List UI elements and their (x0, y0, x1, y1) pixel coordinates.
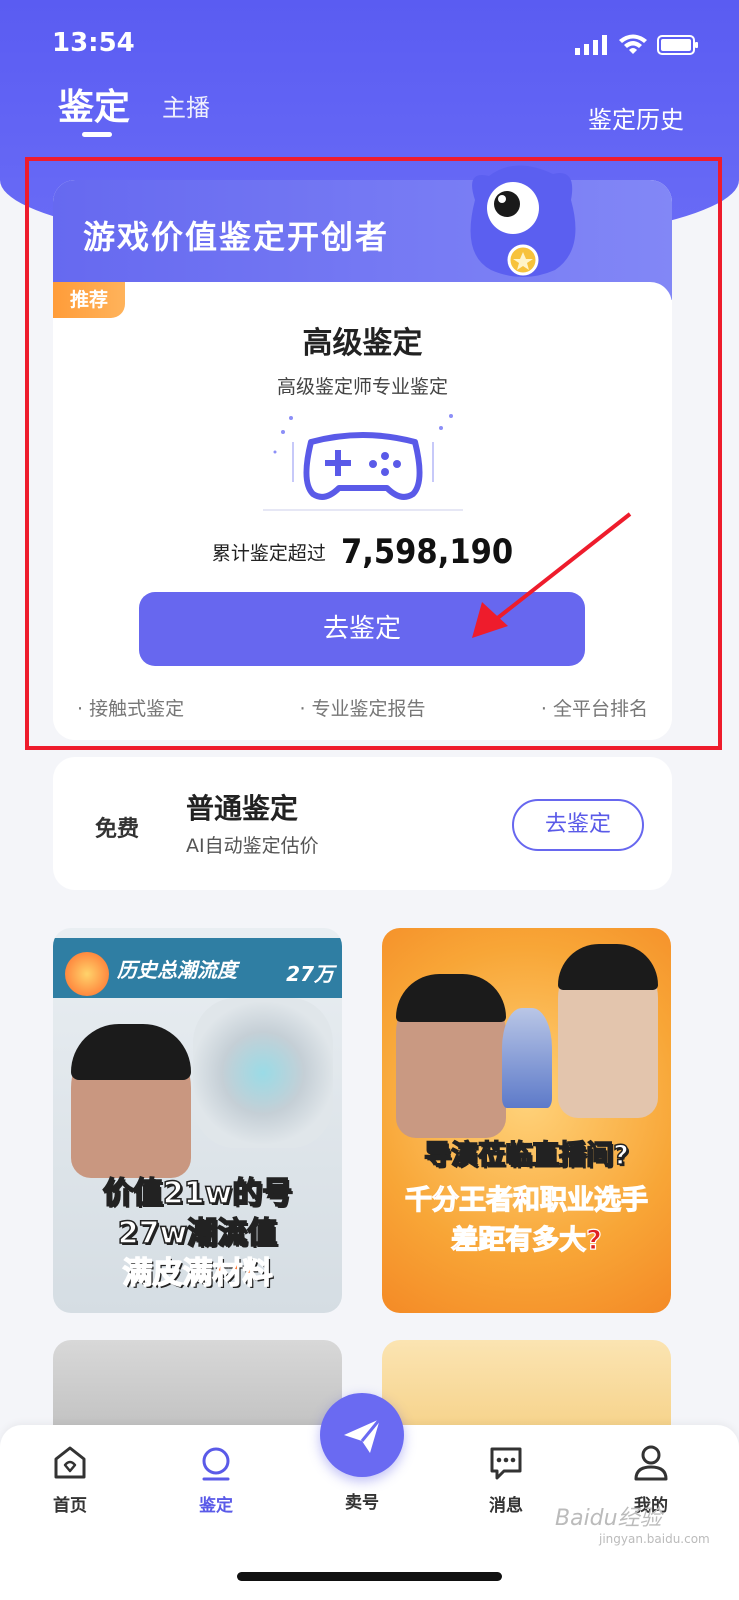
tab-label: 消息 (489, 1496, 523, 1516)
tab-label: 鉴定 (199, 1496, 233, 1516)
normal-appraise-button[interactable]: 去鉴定 (512, 799, 644, 851)
trophy-icon (502, 1008, 552, 1108)
normal-subtitle: AI自动鉴定估价 (186, 835, 319, 857)
home-indicator (237, 1572, 502, 1581)
top-nav: 鉴定 主播 鉴定历史 (58, 78, 684, 138)
flame-icon (65, 952, 109, 996)
video-card[interactable]: 导演莅临直播间? 千分王者和职业选手 差距有多大? (382, 928, 671, 1313)
card-heading-number: 27万 (286, 962, 334, 986)
card-caption: 27w潮流值 (117, 1215, 278, 1252)
card-heading: 历史总潮流度 (117, 958, 237, 982)
signal-icon (575, 35, 607, 55)
tab-messages[interactable]: 消息 (466, 1443, 546, 1516)
tab-appraise[interactable]: 鉴定 (58, 78, 130, 137)
tab-label: 首页 (53, 1496, 87, 1516)
appraise-icon (202, 1447, 230, 1481)
card-caption: 价值21w的号 (102, 1175, 293, 1212)
profile-icon (634, 1445, 668, 1481)
video-card[interactable]: 历史总潮流度 27万 价值21w的号 27w潮流值 满皮满材料 (53, 928, 342, 1313)
appraise-history-link[interactable]: 鉴定历史 (588, 100, 684, 135)
sell-account-button[interactable] (320, 1393, 404, 1477)
free-label: 免费 (95, 817, 140, 842)
card-caption: 千分王者和职业选手 (404, 1184, 648, 1216)
highlight-frame (25, 157, 722, 750)
card-caption: 满皮满材料 (122, 1255, 274, 1292)
home-icon (54, 1446, 86, 1479)
send-icon (344, 1418, 382, 1453)
thumbnail-image (193, 998, 333, 1148)
tab-label: 卖号 (345, 1493, 379, 1513)
card-caption: 差距有多大? (451, 1224, 603, 1256)
status-bar: 13:54 (52, 28, 699, 64)
card-caption: 导演莅临直播间? (423, 1139, 629, 1172)
tab-home[interactable]: 首页 (30, 1443, 110, 1516)
wifi-icon (619, 34, 647, 54)
watermark: Baidu经验 jingyan.baidu.com (555, 1500, 710, 1546)
watermark-sub: jingyan.baidu.com (599, 1532, 710, 1546)
battery-icon (657, 35, 698, 55)
tab-streamer[interactable]: 主播 (162, 88, 210, 123)
message-icon (490, 1447, 522, 1480)
normal-appraisal-card: 免费 普通鉴定 AI自动鉴定估价 去鉴定 (53, 757, 672, 890)
status-time: 13:54 (52, 28, 135, 58)
annotation-arrow-icon (472, 512, 632, 638)
watermark-main: Baidu经验 (555, 1506, 662, 1531)
normal-title: 普通鉴定 (186, 792, 299, 825)
tab-appraise-bottom[interactable]: 鉴定 (176, 1443, 256, 1516)
